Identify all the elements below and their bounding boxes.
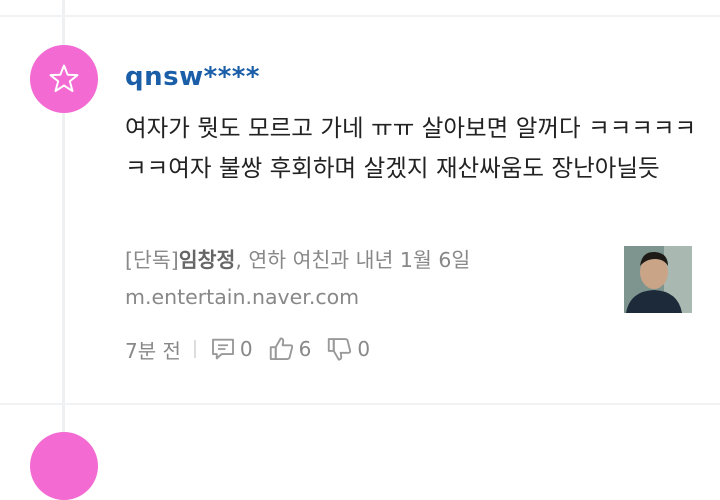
reply-button[interactable]: 0 <box>208 334 253 364</box>
like-button[interactable]: 6 <box>267 334 312 364</box>
link-title-bold: 임창정 <box>178 248 236 272</box>
link-preview-title[interactable]: [단독]임창정, 연하 여친과 내년 1월 6일 <box>125 244 605 276</box>
timestamp: 7분 전 <box>125 338 181 363</box>
link-thumbnail[interactable] <box>624 246 692 313</box>
username[interactable]: qnsw**** <box>125 60 260 94</box>
meta-separator <box>193 340 196 358</box>
divider-top <box>0 15 720 17</box>
comment-meta: 7분 전 0 6 0 <box>125 332 384 366</box>
thumbs-down-icon <box>328 338 352 361</box>
thumbs-up-icon <box>269 337 293 360</box>
avatar[interactable] <box>30 45 98 113</box>
star-icon <box>49 64 79 93</box>
link-preview-url[interactable]: m.entertain.naver.com <box>125 281 359 313</box>
dislike-count: 0 <box>357 337 371 361</box>
reply-count: 0 <box>239 337 253 361</box>
thumbnail-image <box>624 246 692 313</box>
link-title-rest: , 연하 여친과 내년 1월 6일 <box>235 248 471 272</box>
divider-bottom <box>0 403 720 405</box>
next-comment-avatar[interactable] <box>30 432 98 500</box>
comment-text: 여자가 뭣도 모르고 가네 ㅠㅠ 살아보면 알꺼다 ㅋㅋㅋㅋㅋㅋㅋ여자 불쌍 후… <box>125 114 697 182</box>
link-title-prefix: [단독] <box>125 248 179 272</box>
like-count: 6 <box>298 337 312 361</box>
reply-icon <box>211 338 234 360</box>
dislike-button[interactable]: 0 <box>325 334 370 364</box>
